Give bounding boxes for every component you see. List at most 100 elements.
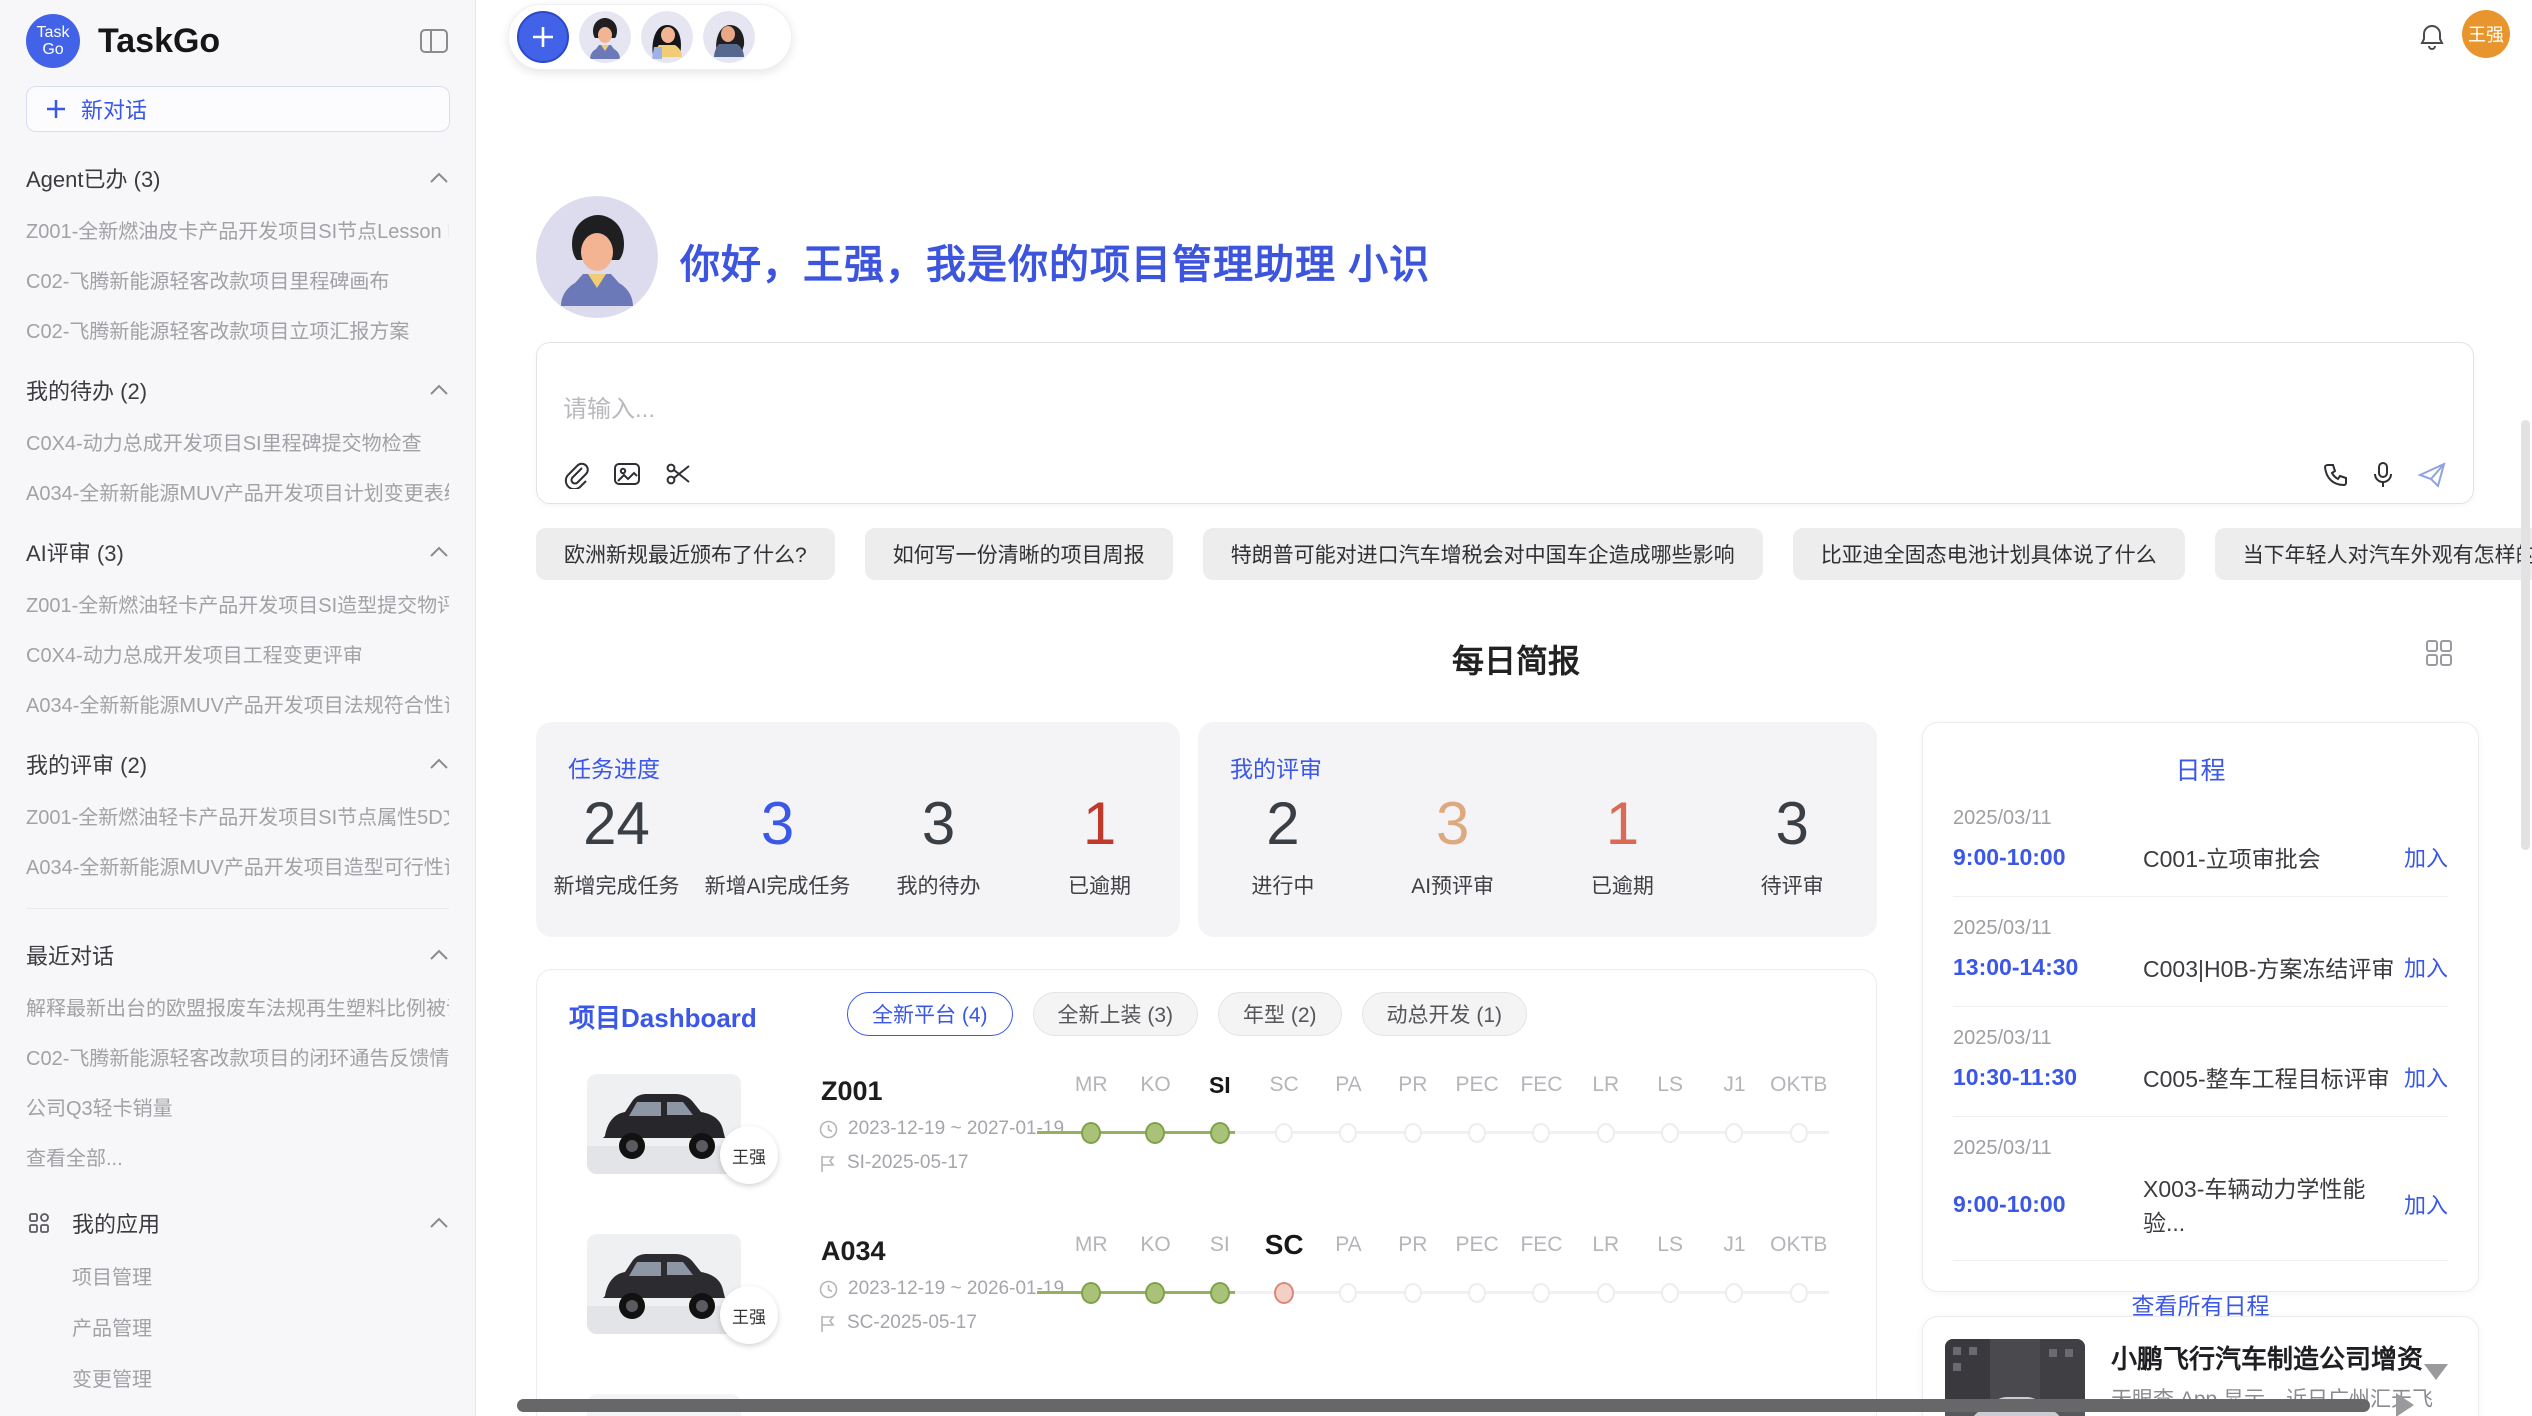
recent-conversation[interactable]: C02-飞腾新能源轻客改款项目的闭环通告反馈情况 xyxy=(26,1042,449,1071)
microphone-icon[interactable] xyxy=(2371,461,2395,489)
milestone-label: FEC xyxy=(1520,1233,1562,1257)
schedule-date: 2025/03/11 xyxy=(1953,917,2448,940)
chevron-up-icon[interactable] xyxy=(429,384,449,396)
milestone-node xyxy=(1725,1283,1743,1303)
milestone-label: MR xyxy=(1075,1073,1108,1097)
sidebar-item[interactable]: C0X4-动力总成开发项目SI里程碑提交物检查 xyxy=(26,427,449,456)
sidebar-item[interactable]: C02-飞腾新能源轻客改款项目立项汇报方案 xyxy=(26,315,449,344)
chevron-up-icon[interactable] xyxy=(429,758,449,770)
join-link[interactable]: 加入 xyxy=(2404,951,2448,983)
suggestion-chip[interactable]: 当下年轻人对汽车外观有怎样的喜好趋势 xyxy=(2215,528,2532,580)
app-link-project-mgmt[interactable]: 项目管理 xyxy=(72,1261,449,1290)
chevron-up-icon[interactable] xyxy=(429,546,449,558)
milestone-node-done xyxy=(1210,1122,1230,1144)
group-title: 我的待办 xyxy=(26,379,114,404)
sidebar-my-apps[interactable]: 我的应用 xyxy=(26,1207,449,1239)
assistant-avatar-1[interactable] xyxy=(579,11,631,63)
tab-new-body[interactable]: 全新上装 (3) xyxy=(1033,992,1199,1036)
suggestion-chip[interactable]: 比亚迪全固态电池计划具体说了什么 xyxy=(1793,528,2185,580)
recent-conversation[interactable]: 公司Q3轻卡销量 xyxy=(26,1092,449,1121)
new-chat-button[interactable]: 新对话 xyxy=(26,86,450,132)
assistant-avatar-2[interactable] xyxy=(641,11,693,63)
milestone-node xyxy=(1468,1123,1486,1143)
milestone-node xyxy=(1275,1123,1293,1143)
sidebar-item[interactable]: Z001-全新燃油皮卡产品开发项目SI节点Lesson Learn报告 xyxy=(26,215,449,244)
image-icon[interactable] xyxy=(613,461,641,489)
chevron-up-icon[interactable] xyxy=(429,1217,449,1229)
sidebar-group-agent-done[interactable]: Agent已办 (3) xyxy=(26,162,449,194)
milestone-label: FEC xyxy=(1520,1073,1562,1097)
apps-grid-icon xyxy=(26,1211,52,1235)
attachment-icon[interactable] xyxy=(563,461,589,489)
suggestion-chip[interactable]: 如何写一份清晰的项目周报 xyxy=(865,528,1173,580)
milestone-label: PEC xyxy=(1456,1233,1499,1257)
app-link-product-mgmt[interactable]: 产品管理 xyxy=(72,1312,449,1341)
milestone-node xyxy=(1468,1283,1486,1303)
sidebar-item[interactable]: C0X4-动力总成开发项目工程变更评审 xyxy=(26,639,449,668)
tab-powertrain[interactable]: 动总开发 (1) xyxy=(1362,992,1528,1036)
stat-label: AI预评审 xyxy=(1368,870,1538,900)
schedule-date: 2025/03/11 xyxy=(1953,1137,2448,1160)
sidebar-item[interactable]: A034-全新新能源MUV产品开发项目法规符合性评审 xyxy=(26,689,449,718)
composer-input[interactable] xyxy=(563,389,2063,449)
suggestion-chip[interactable]: 特朗普可能对进口汽车增税会对中国车企造成哪些影响 xyxy=(1203,528,1763,580)
stat-value: 2 xyxy=(1198,792,1368,856)
app-logo: Task Go xyxy=(26,14,80,68)
recent-conversation[interactable]: 解释最新出台的欧盟报废车法规再生塑料比例被调至15%... xyxy=(26,992,449,1021)
layout-grid-icon[interactable] xyxy=(2424,638,2454,668)
join-link[interactable]: 加入 xyxy=(2404,1061,2448,1093)
sidebar-item[interactable]: C02-飞腾新能源轻客改款项目里程碑画布 xyxy=(26,265,449,294)
task-progress-card: 任务进度 24新增完成任务 3新增AI完成任务 3我的待办 1已逾期 xyxy=(536,722,1180,937)
send-icon[interactable] xyxy=(2417,461,2447,489)
app-title: TaskGo xyxy=(98,22,419,61)
tab-new-platform[interactable]: 全新平台 (4) xyxy=(847,992,1013,1036)
view-all-conversations[interactable]: 查看全部... xyxy=(26,1142,449,1171)
scissors-icon[interactable] xyxy=(665,461,693,489)
phone-call-icon[interactable] xyxy=(2322,462,2349,489)
stat-label: 新增完成任务 xyxy=(536,870,697,900)
project-owner-badge: 王强 xyxy=(720,1286,778,1344)
sidebar-item[interactable]: A034-全新新能源MUV产品开发项目计划变更表编写 xyxy=(26,477,449,506)
news-title: 小鹏飞行汽车制造公司增资 xyxy=(2111,1339,2423,1376)
milestone-node xyxy=(1597,1123,1615,1143)
sidebar-group-my-review[interactable]: 我的评审 (2) xyxy=(26,748,449,780)
stat-value: 1 xyxy=(1019,792,1180,856)
join-link[interactable]: 加入 xyxy=(2404,1188,2448,1220)
scroll-down-arrow[interactable] xyxy=(2424,1364,2448,1380)
stat-value: 3 xyxy=(858,792,1019,856)
milestone-label: J1 xyxy=(1723,1073,1745,1097)
collapse-sidebar-icon[interactable] xyxy=(419,27,449,55)
stat: 3AI预评审 xyxy=(1368,792,1538,900)
scroll-right-arrow[interactable] xyxy=(2396,1393,2414,1416)
sidebar-group-ai-review[interactable]: AI评审 (3) xyxy=(26,536,449,568)
milestone-nodes xyxy=(1059,1118,1831,1148)
sidebar-group-my-todo[interactable]: 我的待办 (2) xyxy=(26,374,449,406)
chevron-up-icon[interactable] xyxy=(429,949,449,961)
sidebar-item[interactable]: A034-全新新能源MUV产品开发项目造型可行性评审 xyxy=(26,851,449,880)
schedule-entry: 2025/03/11 13:00-14:30 C003|H0B-方案冻结评审 加… xyxy=(1953,897,2448,1007)
join-link[interactable]: 加入 xyxy=(2404,841,2448,873)
milestone-labels: MR KO SI SC PA PR PEC FEC LR LS J1 OKTB xyxy=(1059,1230,1831,1260)
assistant-avatar-3[interactable] xyxy=(703,11,755,63)
notification-bell-icon[interactable] xyxy=(2418,22,2446,52)
project-row-a034[interactable]: 王强 A034 2023-12-19 ~ 2026-01-19 SC-2025-… xyxy=(537,1222,1876,1382)
app-link-change-mgmt[interactable]: 变更管理 xyxy=(72,1363,449,1392)
project-car-image xyxy=(587,1234,741,1334)
clock-icon xyxy=(819,1280,838,1299)
vertical-scrollbar-thumb[interactable] xyxy=(2521,420,2530,850)
stat-value: 1 xyxy=(1538,792,1708,856)
add-assistant-button[interactable] xyxy=(517,11,569,63)
sidebar-group-recent[interactable]: 最近对话 xyxy=(26,939,449,971)
sidebar-item[interactable]: Z001-全新燃油轻卡产品开发项目SI造型提交物评审 xyxy=(26,589,449,618)
sidebar-item[interactable]: Z001-全新燃油轻卡产品开发项目SI节点属性5D文件评审 xyxy=(26,801,449,830)
my-review-card: 我的评审 2进行中 3AI预评审 1已逾期 3待评审 xyxy=(1198,722,1877,937)
stat-value: 3 xyxy=(697,792,858,856)
tab-year-model[interactable]: 年型 (2) xyxy=(1218,992,1342,1036)
chevron-up-icon[interactable] xyxy=(429,172,449,184)
flag-icon xyxy=(819,1314,837,1333)
project-row-z001[interactable]: 王强 Z001 2023-12-19 ~ 2027-01-19 SI-2025-… xyxy=(537,1062,1876,1222)
stat: 1已逾期 xyxy=(1019,792,1180,900)
user-avatar[interactable]: 王强 xyxy=(2462,10,2510,58)
suggestion-chip[interactable]: 欧洲新规最近颁布了什么? xyxy=(536,528,835,580)
horizontal-scrollbar-thumb[interactable] xyxy=(517,1399,2370,1412)
